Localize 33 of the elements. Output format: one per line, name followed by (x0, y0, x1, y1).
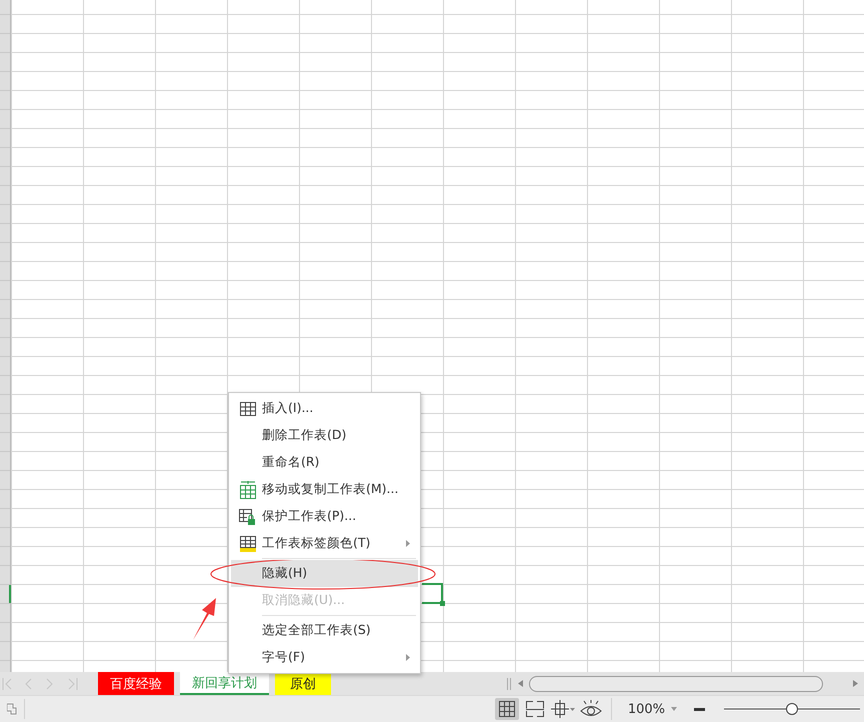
slider-thumb[interactable] (786, 703, 798, 715)
zoom-out-icon[interactable] (694, 708, 705, 710)
menu-item[interactable]: 删除工作表(D) (231, 422, 418, 449)
menu-item[interactable]: 字号(F) (231, 644, 418, 671)
eye-icon (580, 700, 602, 718)
sheet-tab[interactable]: 百度经验 (98, 672, 174, 695)
page-layout-icon (550, 700, 575, 718)
menu-item[interactable]: 保护工作表(P)... (231, 503, 418, 530)
table-icon (240, 402, 256, 416)
horizontal-scrollbar[interactable] (529, 676, 823, 692)
sheet-tab[interactable]: 原创 (275, 672, 331, 695)
grid-icon (498, 701, 515, 717)
menu-item[interactable]: 隐藏(H) (231, 560, 418, 587)
scroll-right-icon[interactable] (853, 680, 858, 687)
view-button[interactable] (550, 698, 575, 720)
view-button[interactable] (494, 698, 519, 720)
active-row-marker (9, 585, 11, 603)
arrow-annotation (193, 598, 216, 640)
sheet-lock-icon (239, 508, 256, 524)
menu-item[interactable]: 重命名(R) (231, 449, 418, 476)
menu-item[interactable]: 插入(I)... (231, 395, 418, 422)
caret-icon[interactable] (671, 707, 677, 711)
sheet-tab[interactable]: 新回享计划 (180, 672, 269, 695)
sheet-copy-icon (240, 480, 256, 498)
zoom-level[interactable]: 100% (628, 702, 665, 716)
menu-item[interactable]: 工作表标签颜色(T) (231, 530, 418, 557)
menu-item[interactable]: 选定全部工作表(S) (231, 617, 418, 644)
scroll-left-icon[interactable] (518, 680, 523, 687)
page-break-icon (526, 701, 544, 717)
split-handle-icon[interactable] (507, 678, 511, 690)
menu-item[interactable]: 移动或复制工作表(M)... (231, 476, 418, 503)
tab-color-icon (240, 536, 256, 552)
macro-icon[interactable] (7, 702, 17, 716)
